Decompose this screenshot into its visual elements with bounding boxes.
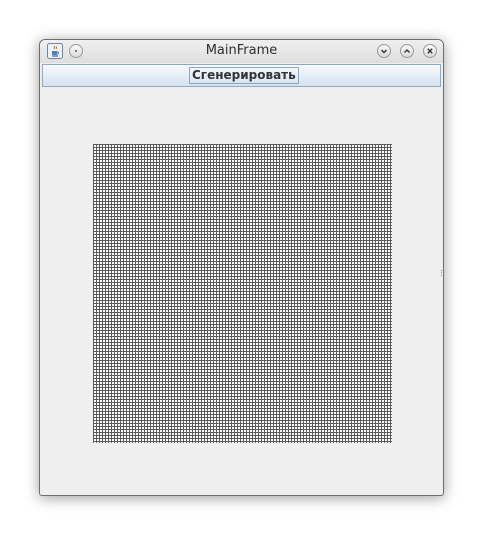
resize-grip-icon[interactable] bbox=[440, 262, 443, 277]
main-window: MainFrame Сгенерировать bbox=[39, 39, 444, 496]
title-bar[interactable]: MainFrame bbox=[40, 40, 443, 63]
chevron-up-icon[interactable] bbox=[400, 44, 414, 58]
toolbar: Сгенерировать bbox=[42, 64, 441, 87]
generate-button[interactable]: Сгенерировать bbox=[189, 67, 299, 84]
close-icon[interactable] bbox=[423, 44, 437, 58]
chevron-down-icon[interactable] bbox=[377, 44, 391, 58]
grid-canvas[interactable] bbox=[93, 144, 392, 443]
